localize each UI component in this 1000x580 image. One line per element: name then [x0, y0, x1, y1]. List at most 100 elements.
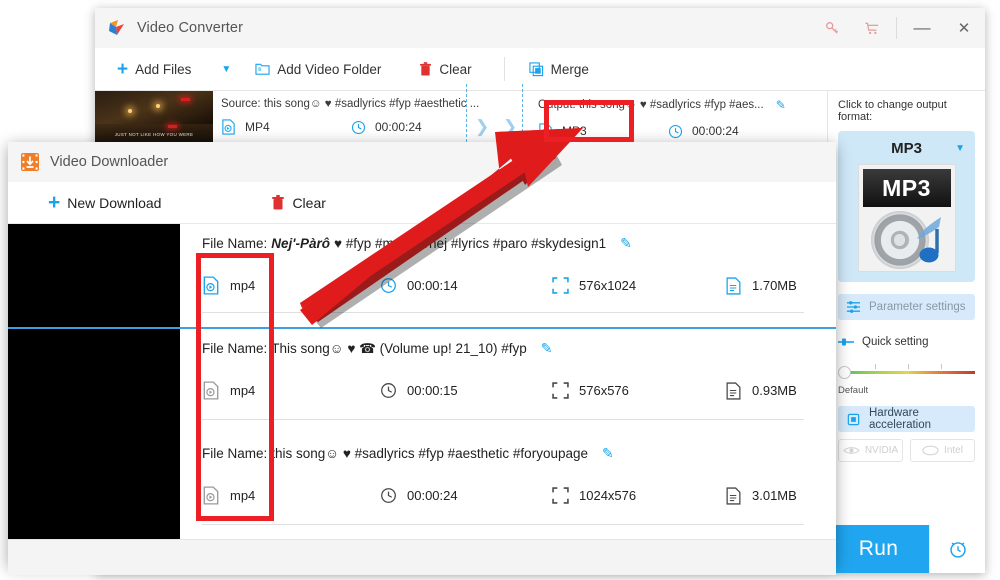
download-format-label: mp4 [230, 278, 256, 293]
list-item[interactable]: File Name: This song☺ ♥ ☎ (Volume up! 21… [8, 329, 836, 434]
converter-source-duration: 00:00:24 [351, 120, 422, 135]
file-name-prefix: File Name: [202, 446, 268, 461]
intel-logo-icon [922, 445, 939, 456]
converter-toolbar: + Add Files ▼ Add Video Folder Clear Mer… [95, 48, 985, 91]
format-dropdown-caret-icon[interactable]: ▼ [955, 143, 965, 154]
downloader-titlebar: Video Downloader [8, 142, 836, 182]
parameter-settings-button[interactable]: Parameter settings [838, 294, 975, 320]
converter-clear-button[interactable]: Clear [409, 48, 481, 90]
converter-source-format-label: MP4 [245, 120, 270, 134]
file-size-icon [725, 381, 742, 400]
slider-value-label: Default [838, 385, 869, 396]
download-duration-label: 00:00:15 [407, 383, 458, 398]
add-video-folder-button[interactable]: Add Video Folder [245, 48, 391, 90]
download-thumbnail [8, 224, 180, 327]
download-format[interactable]: mp4 [202, 276, 380, 295]
download-resolution: 1024x576 [552, 487, 725, 504]
add-files-dropdown-caret-icon[interactable]: ▼ [221, 64, 231, 75]
resolution-frame-icon [552, 487, 569, 504]
list-item[interactable]: File Name: Nej'-Pàrô ♥ #fyp #music #nej … [8, 224, 836, 329]
clock-icon [380, 487, 397, 504]
minimize-button[interactable]: — [901, 8, 943, 48]
file-format-icon [538, 123, 553, 139]
run-button[interactable]: Run [828, 525, 929, 573]
download-format[interactable]: mp4 [202, 486, 380, 505]
trash-icon [419, 61, 432, 77]
nvidia-chip[interactable]: NVIDIA [838, 439, 903, 462]
converter-output-meta: MP3 00:00:24 [538, 123, 739, 139]
parameter-settings-label: Parameter settings [869, 301, 966, 313]
alarm-clock-icon[interactable] [929, 525, 985, 573]
file-name-rest: This song☺ ♥ ☎ (Volume up! 21_10) #fyp [271, 340, 527, 356]
hardware-acceleration-button[interactable]: Hardware acceleration [838, 406, 975, 432]
output-format-card[interactable]: MP3 ▼ MP3 [838, 131, 975, 282]
download-format[interactable]: mp4 [202, 381, 380, 400]
downloader-footer [8, 539, 836, 575]
clock-icon [380, 277, 397, 294]
file-name-row: File Name: Nej'-Pàrô ♥ #fyp #music #nej … [202, 235, 836, 252]
download-film-logo [20, 152, 40, 172]
download-resolution-label: 576x576 [579, 383, 629, 398]
slider-handle-icon [838, 337, 854, 347]
add-video-folder-label: Add Video Folder [277, 61, 382, 77]
slider-knob[interactable] [838, 366, 851, 379]
downloader-clear-button[interactable]: Clear [271, 194, 326, 211]
download-resolution-label: 1024x576 [579, 488, 637, 503]
converter-output-format[interactable]: MP3 [538, 123, 668, 139]
converter-source-duration-label: 00:00:24 [375, 120, 422, 134]
add-files-label: Add Files [135, 61, 192, 77]
gpu-chip-row: NVIDIA Intel [838, 439, 975, 462]
converter-output-line: Output: this song☺ ♥ #sadlyrics #fyp #ae… [538, 98, 786, 112]
close-button[interactable]: ✕ [943, 8, 985, 48]
new-download-button[interactable]: + New Download [48, 192, 161, 213]
list-item[interactable]: File Name: this song☺ ♥ #sadlyrics #fyp … [8, 434, 836, 539]
file-format-icon [202, 381, 220, 400]
converter-clear-label: Clear [439, 61, 472, 77]
intel-label: Intel [944, 445, 963, 456]
pencil-icon[interactable]: ✎ [776, 98, 786, 112]
clock-icon [668, 124, 683, 139]
download-size-label: 3.01MB [752, 488, 797, 503]
merge-button[interactable]: Merge [519, 48, 599, 90]
trash-icon [271, 194, 285, 211]
download-size-label: 1.70MB [752, 278, 797, 293]
download-duration: 00:00:15 [380, 382, 552, 399]
thumbnail-lamp [128, 109, 133, 114]
converter-source-format[interactable]: MP4 [221, 119, 351, 135]
download-meta: mp4 00:00:15 576x576 0.93MB [202, 381, 836, 400]
thumbnail-taillight [181, 98, 191, 102]
nvidia-eye-icon [842, 447, 860, 454]
quality-slider[interactable] [838, 362, 975, 384]
converter-output-label: Output: this song☺ ♥ #sadlyrics #fyp #ae… [538, 99, 764, 111]
screenshot-root: Video Converter — ✕ + Add Files ▼ Add Vi… [0, 0, 1000, 580]
download-size-label: 0.93MB [752, 383, 797, 398]
download-size: 1.70MB [725, 276, 797, 295]
download-thumbnail [8, 329, 180, 434]
cart-icon[interactable] [852, 8, 892, 48]
download-details: File Name: Nej'-Pàrô ♥ #fyp #music #nej … [180, 224, 836, 327]
download-size: 0.93MB [725, 381, 797, 400]
converter-title-group: Video Converter [95, 18, 812, 38]
play-triangle-logo [107, 18, 127, 38]
clock-icon [351, 120, 366, 135]
pencil-icon[interactable]: ✎ [602, 445, 614, 462]
resolution-frame-icon [552, 277, 569, 294]
pencil-icon[interactable]: ✎ [620, 235, 632, 252]
output-format-name: MP3 [891, 139, 922, 157]
download-format-label: mp4 [230, 383, 256, 398]
converter-output-panel: Click to change output format: MP3 ▼ MP3 [827, 91, 985, 573]
chevron-right-icon: ❯ [503, 117, 518, 136]
quick-setting-row[interactable]: Quick setting [838, 336, 975, 348]
add-files-button[interactable]: + Add Files [95, 48, 201, 90]
file-size-icon [725, 486, 742, 505]
thumbnail-lamp [156, 104, 161, 109]
row-divider [202, 419, 804, 420]
pencil-icon[interactable]: ✎ [541, 340, 553, 357]
file-name-row: File Name: this song☺ ♥ #sadlyrics #fyp … [202, 445, 836, 462]
format-preview-label: MP3 [862, 169, 951, 207]
intel-chip[interactable]: Intel [910, 439, 975, 462]
key-icon[interactable] [812, 8, 852, 48]
quick-setting-label: Quick setting [862, 336, 929, 348]
download-duration-label: 00:00:14 [407, 278, 458, 293]
merge-icon [529, 61, 544, 77]
